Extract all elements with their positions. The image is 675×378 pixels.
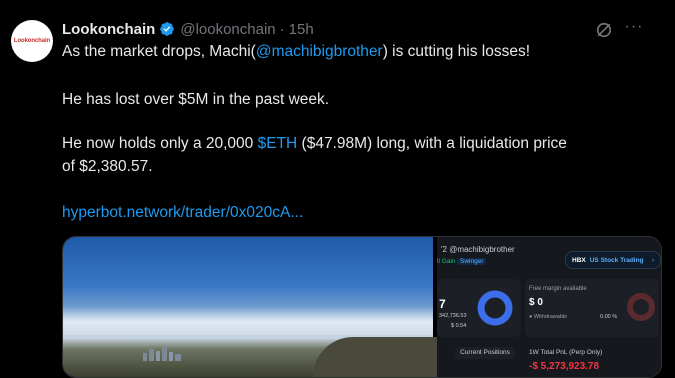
author-handle[interactable]: @lookonchain [180,21,275,38]
cloud-layer [63,307,433,335]
free-margin-value: $ 0 [529,297,543,308]
trader-title: '2 @machibigbrother [441,245,515,254]
free-margin-label: Free margin available [529,286,587,292]
text-segment: He now holds only a 20,000 [62,135,258,152]
margin-donut-chart [477,290,513,326]
pnl-value: -$ 5,273,923.78 [529,361,600,372]
media-grid: '2 @machibigbrother ll Gain Swinger HBX … [62,236,662,378]
mention-link[interactable]: @machibigbrother [256,43,383,60]
trader-dashboard-screenshot[interactable]: '2 @machibigbrother ll Gain Swinger HBX … [437,237,661,377]
text-segment: ($47.98M) long, with a liquidation price [297,135,567,152]
avatar[interactable]: Lookonchain [11,20,53,62]
badge-text: US Stock Trading [589,256,644,264]
more-options-icon[interactable]: ··· [624,19,644,40]
tweet-header: Lookonchain @lookonchain · 15h [62,19,314,39]
tag-gain: ll Gain [437,258,456,265]
text-segment: ) is cutting his losses! [382,43,531,60]
timestamp[interactable]: 15h [289,21,314,38]
us-stock-trading-badge: HBX US Stock Trading › [565,251,661,269]
external-link[interactable]: hyperbot.network/trader/0x020cA... [62,204,303,222]
text-segment: As the market drops, Machi( [62,43,256,60]
tweet-text-line-3: He now holds only a 20,000 $ETH ($47.98M… [62,135,567,153]
withdrawable-donut-chart [627,293,655,321]
tweet-text-line-1: As the market drops, Machi(@machibigbrot… [62,43,530,61]
cashtag-link[interactable]: $ETH [258,135,298,152]
account-value: 7 [439,297,446,311]
author-name[interactable]: Lookonchain [62,21,155,38]
account-subvalue-1: 342,736.53 [439,313,467,319]
tweet-text-line-4: of $2,380.57. [62,158,153,175]
withdrawable-percent: 0.00 % [600,314,618,320]
badge-brand: HBX [572,256,586,264]
pnl-label: 1W Total PnL (Perp Only) [529,349,603,356]
tweet-text-line-2: He has lost over $5M in the past week. [62,91,330,108]
current-positions-tab: Current Positions [455,347,515,359]
avatar-logo-text: Lookonchain [13,38,51,44]
grok-icon[interactable] [594,20,614,40]
withdrawable-label: ● Withdrawable [529,314,568,320]
city-skyline-photo[interactable] [63,237,453,377]
skyline-silhouette [143,347,181,361]
chevron-right-icon: › [651,256,654,264]
tag-swinger: Swinger [457,258,487,265]
separator-dot: · [279,20,285,38]
verified-badge-icon[interactable] [159,21,175,37]
foreground-hill [313,337,453,377]
account-subvalue-2: $ 0.54 [451,323,467,329]
